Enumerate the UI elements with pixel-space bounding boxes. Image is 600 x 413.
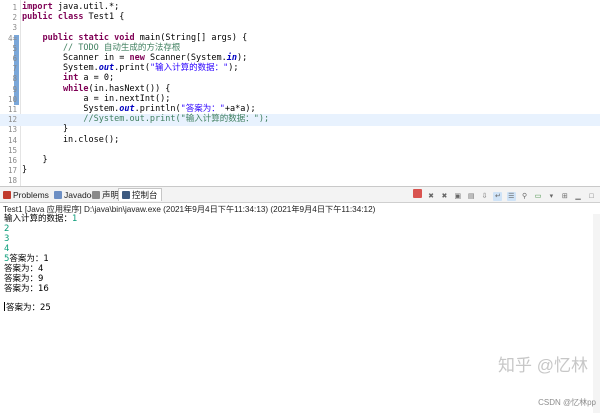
remove-all-icon[interactable]: ✖ <box>440 192 449 201</box>
tab-problems[interactable]: Problems <box>3 189 49 201</box>
display-console-icon[interactable]: ▭ <box>534 192 543 201</box>
watermark-text: 知乎 @忆林 <box>498 356 588 375</box>
watermark-sub-text: CSDN @忆林pp <box>538 398 596 407</box>
code-token: a = in.nextInt(); <box>22 93 171 104</box>
code-token: while <box>62 83 89 94</box>
code-token: // TODO 自动生成的方法存根 <box>22 42 181 53</box>
code-token: import <box>22 2 53 12</box>
code-token: int <box>62 73 79 84</box>
tab-problems-label: Problems <box>13 190 49 200</box>
console-prompt: 输入计算的数据： <box>4 214 73 224</box>
code-token: Scanner in = <box>22 53 130 63</box>
console-input: 1 <box>72 214 78 224</box>
text-caret <box>4 302 5 311</box>
code-token: out <box>98 63 115 74</box>
problems-icon <box>3 191 11 199</box>
code-token: Scanner(System. <box>144 53 227 63</box>
word-wrap-icon[interactable]: ↵ <box>493 192 503 201</box>
javadoc-icon <box>54 191 62 199</box>
code-token: } <box>22 165 28 176</box>
code-token: out <box>119 104 135 114</box>
code-editor[interactable]: 1 import java.util.*; 2 public class Test1 … <box>0 0 600 187</box>
code-token: public <box>42 32 74 43</box>
code-token: //System.out.print("输入计算的数据："); <box>22 114 270 125</box>
console-answer: 答案为：1 <box>9 254 49 264</box>
tab-javadoc-label: Javadoc <box>64 190 96 200</box>
tab-javadoc[interactable]: Javadoc <box>54 189 96 201</box>
copy-icon[interactable]: ▣ <box>453 192 462 201</box>
code-token: static <box>78 32 110 43</box>
code-token: new <box>129 53 145 63</box>
declaration-icon <box>92 191 100 199</box>
code-token: java.util.*; <box>52 2 120 12</box>
clear-console-icon[interactable]: ▤ <box>467 192 476 201</box>
console-answer: 答案为：16 <box>4 284 49 294</box>
console-output-line: 输入计算的数据：1 <box>4 214 77 224</box>
scroll-lock-icon[interactable]: ⇩ <box>480 192 489 201</box>
maximize-icon[interactable]: □ <box>587 192 596 201</box>
show-on-output-icon[interactable]: ☰ <box>506 192 516 201</box>
line-number: 18 <box>7 176 17 186</box>
code-token: in <box>226 53 237 63</box>
console-toolbar: ✖ ✖ ▣ ▤ ⇩ ↵ ☰ ⚲ ▭ ▾ ⊞ ▁ □ <box>411 189 596 201</box>
console-scrollbar[interactable] <box>593 214 600 413</box>
console-input-line: 4 <box>4 244 10 254</box>
terminate-icon[interactable] <box>413 189 423 198</box>
console-input-line: 3 <box>4 234 10 244</box>
remove-launch-icon[interactable]: ✖ <box>427 192 436 201</box>
console-output-line[interactable]: 答案为：25 <box>4 302 51 313</box>
code-token: Test1 { <box>83 12 125 23</box>
code-token: class <box>57 12 84 23</box>
tab-console-label: 控制台 <box>132 190 158 200</box>
tab-declaration-label: 声明 <box>102 190 120 200</box>
minimize-icon[interactable]: ▁ <box>574 192 583 201</box>
tab-console[interactable]: 控制台 <box>118 188 162 201</box>
code-token: ); <box>228 63 239 74</box>
code-line[interactable]: 18 <box>0 175 600 187</box>
code-token: "答案为：" <box>180 104 225 114</box>
tab-declaration[interactable]: 声明 <box>92 189 119 201</box>
console-answer: 答案为：9 <box>4 274 44 284</box>
code-token: .println( <box>134 104 181 114</box>
console-icon <box>122 191 130 199</box>
new-console-icon[interactable]: ▾ <box>547 192 556 201</box>
code-token: +a*a); <box>224 104 256 114</box>
code-token: } <box>22 124 69 135</box>
console-input-line: 2 <box>4 224 10 234</box>
code-token: } <box>22 155 48 165</box>
code-token: "输入计算的数据：" <box>149 63 229 74</box>
code-token: System. <box>22 63 99 74</box>
console-answer: 答案为：4 <box>4 264 44 274</box>
pin-console-icon[interactable]: ⚲ <box>520 192 529 201</box>
code-token: public <box>22 12 53 23</box>
console-answer: 答案为：25 <box>6 303 51 313</box>
bottom-panel-tabs: Problems Javadoc 声明 控制台 ✖ ✖ ▣ ▤ ⇩ ↵ ☰ ⚲ … <box>0 187 600 203</box>
code-token: System. <box>22 104 120 114</box>
code-token: main(String[] args) { <box>134 32 248 43</box>
open-console-icon[interactable]: ⊞ <box>560 192 569 201</box>
code-token: in.close(); <box>22 134 120 145</box>
code-token: void <box>114 32 135 43</box>
code-token: (in.hasNext()) { <box>88 83 171 94</box>
console-output-line: 5答案为：1 <box>4 254 49 264</box>
code-token: a = 0; <box>78 73 115 84</box>
code-token: .print( <box>114 63 150 74</box>
code-token: ); <box>236 53 248 63</box>
